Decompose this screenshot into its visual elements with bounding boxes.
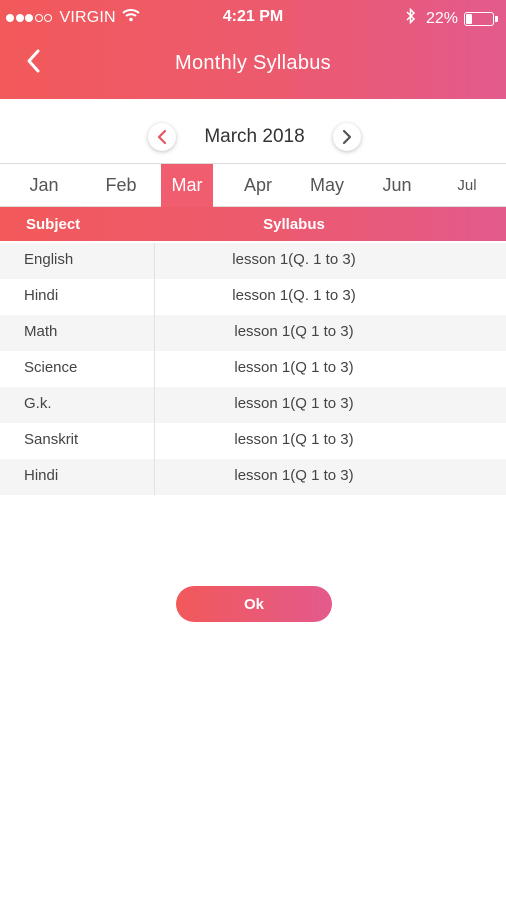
status-bar: VIRGIN 4:21 PM 22% [0,0,506,36]
syllabus-table: English lesson 1(Q. 1 to 3) Hindi lesson… [0,243,506,495]
subject-cell: Hindi [24,287,59,304]
battery-icon [464,11,494,26]
ok-button[interactable]: Ok [176,586,332,622]
syllabus-cell: lesson 1(Q 1 to 3) [234,359,354,376]
battery-tip [495,15,498,22]
column-header-syllabus: Syllabus [263,216,325,233]
syllabus-cell: lesson 1(Q 1 to 3) [234,395,354,412]
table-header: Subject Syllabus [0,207,506,241]
table-row: Hindi lesson 1(Q. 1 to 3) [0,279,506,315]
syllabus-cell: lesson 1(Q. 1 to 3) [232,287,356,304]
tab-month-may[interactable]: May [301,164,353,207]
month-navigator: March 2018 [0,118,506,158]
months-tab-bar: Jan Feb Mar Apr May Jun Jul [0,163,506,207]
syllabus-cell: lesson 1(Q 1 to 3) [234,467,354,484]
subject-cell: English [24,251,74,268]
prev-month-button[interactable] [148,123,176,151]
bluetooth-icon [406,7,416,29]
table-row: Math lesson 1(Q 1 to 3) [0,315,506,351]
syllabus-cell: lesson 1(Q. 1 to 3) [232,251,356,268]
subject-cell: G.k. [24,395,52,412]
chevron-left-icon [157,129,167,145]
table-row: Sanskrit lesson 1(Q 1 to 3) [0,423,506,459]
table-row: English lesson 1(Q. 1 to 3) [0,243,506,279]
tab-month-mar[interactable]: Mar [161,164,213,207]
tab-month-apr[interactable]: Apr [232,164,284,207]
next-month-button[interactable] [333,123,361,151]
table-row: G.k. lesson 1(Q 1 to 3) [0,387,506,423]
page-title: Monthly Syllabus [175,52,331,74]
tab-month-jun[interactable]: Jun [371,164,423,207]
table-row: Hindi lesson 1(Q 1 to 3) [0,459,506,495]
subject-cell: Hindi [24,467,59,484]
syllabus-cell: lesson 1(Q 1 to 3) [234,323,354,340]
subject-cell: Science [24,359,78,376]
syllabus-cell: lesson 1(Q 1 to 3) [234,431,354,448]
app-header: VIRGIN 4:21 PM 22% Monthly Syllabus [0,0,506,99]
status-right: 22% [406,7,498,29]
current-month-label: March 2018 [204,126,305,147]
chevron-right-icon [342,129,352,145]
subject-cell: Sanskrit [24,431,79,448]
subject-cell: Math [24,323,58,340]
column-header-subject: Subject [26,216,81,233]
battery-percent: 22% [425,9,458,27]
table-row: Science lesson 1(Q 1 to 3) [0,351,506,387]
tab-month-feb[interactable]: Feb [95,164,147,207]
tab-month-jan[interactable]: Jan [18,164,70,207]
tab-month-jul[interactable]: Jul [441,164,493,207]
